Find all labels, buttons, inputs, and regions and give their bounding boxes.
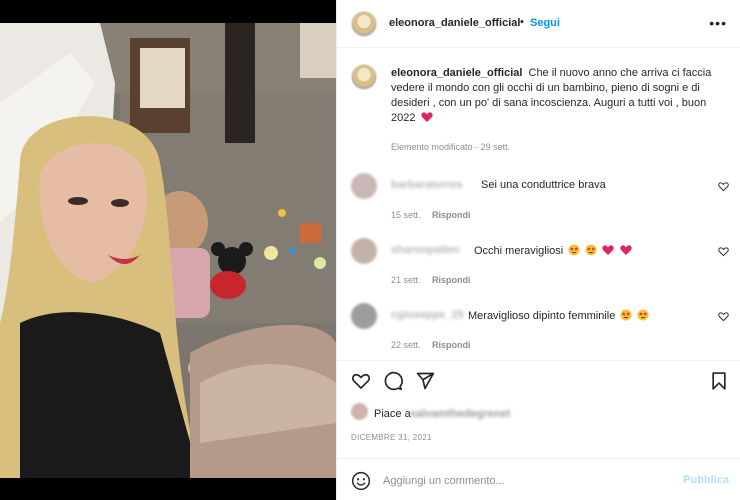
follow-button[interactable]: Segui [530,17,560,29]
photo-image [0,23,336,478]
emoji-picker-icon[interactable] [351,471,371,491]
share-icon[interactable] [415,371,435,391]
comment-composer: Pubblica [337,458,740,500]
comment-text: Meraviglioso dipinto femminile [468,309,649,322]
author-username[interactable]: eleonora_daniele_official [389,17,520,29]
bookmark-icon[interactable] [709,371,729,391]
post-sidebar: eleonora_daniele_official • Segui ••• el… [336,0,740,500]
likes-prefix: Piace a [374,408,411,420]
commenter-username[interactable]: cgiuseppe_25 [391,309,464,321]
reply-button[interactable]: Rispondi [432,340,471,350]
commenter-username[interactable]: sharonpallen [391,244,459,256]
comment-item: sharonpallen Occhi meravigliosi 21 sett.… [337,238,740,298]
comment-text: Sei una conduttrice brava [481,179,606,191]
star-eyes-icon [568,244,580,256]
comment-item: cgiuseppe_25 Meraviglioso dipinto femmin… [337,303,740,363]
post-header: eleonora_daniele_official • Segui ••• [337,0,740,48]
red-heart-icon [602,245,615,255]
header-separator: • [520,16,524,28]
liker-username[interactable]: salvamthedegrenet [410,408,510,420]
commenter-avatar[interactable] [351,173,377,199]
comment-time[interactable]: 22 sett. [391,340,421,350]
comment-icon[interactable] [383,371,403,391]
star-eyes-icon [620,309,632,321]
liker-avatar[interactable] [351,403,368,420]
caption-username[interactable]: eleonora_daniele_official [391,67,522,79]
publish-button[interactable]: Pubblica [683,474,729,486]
caption-meta: Elemento modificato · 29 sett. [391,142,510,152]
post-date[interactable]: DICEMBRE 31, 2021 [351,433,432,442]
edited-label: Elemento modificato [391,142,473,152]
star-eyes-icon [585,244,597,256]
commenter-avatar[interactable] [351,238,377,264]
like-comment-heart-icon[interactable] [718,181,729,192]
comment-time[interactable]: 21 sett. [391,275,421,285]
reply-button[interactable]: Rispondi [432,275,471,285]
comment-input[interactable] [383,473,673,489]
comment-text-body: Occhi meravigliosi [474,245,564,257]
like-comment-heart-icon[interactable] [718,246,729,257]
comment-text: Occhi meravigliosi [474,244,632,257]
reply-button[interactable]: Rispondi [432,210,471,220]
post-photo[interactable] [0,23,336,478]
star-eyes-icon [637,309,649,321]
like-comment-heart-icon[interactable] [718,311,729,322]
post-actions [337,360,740,400]
edited-dot: · [475,142,479,152]
comment-text-body: Meraviglioso dipinto femminile [468,310,616,322]
caption-avatar[interactable] [351,64,377,90]
more-options-icon[interactable]: ••• [709,15,727,31]
edited-time[interactable]: 29 sett. [481,142,511,152]
heart-icon[interactable] [351,371,371,391]
comment-item: barbaratorres Sei una conduttrice brava … [337,173,740,233]
commenter-avatar[interactable] [351,303,377,329]
red-heart-icon [420,112,433,122]
post-modal: eleonora_daniele_official • Segui ••• el… [0,0,740,500]
author-avatar[interactable] [351,11,377,37]
commenter-username[interactable]: barbaratorres [391,179,463,191]
comment-time[interactable]: 15 sett. [391,210,421,220]
red-heart-icon [619,245,632,255]
caption-text: eleonora_daniele_official Che il nuovo a… [391,66,723,126]
